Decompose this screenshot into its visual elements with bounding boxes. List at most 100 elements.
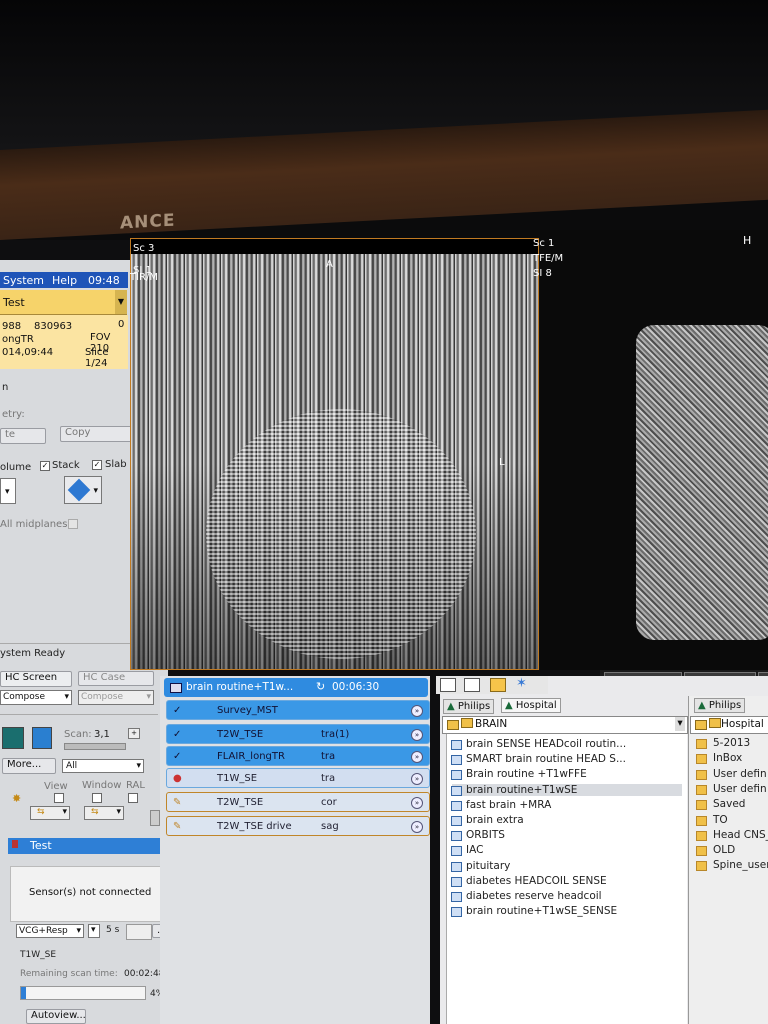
more-button[interactable]: More... [2, 758, 56, 774]
examcard-item[interactable]: diabetes HEADCOIL SENSE [451, 875, 607, 887]
delete-button[interactable]: te [0, 428, 46, 444]
queue-item[interactable]: ● T1W_SE tra » [166, 768, 430, 788]
chevron-down-icon[interactable]: ▼ [115, 290, 127, 314]
expand-icon[interactable]: » [411, 729, 423, 741]
slab-checkbox[interactable]: ✓ [92, 460, 102, 470]
queue-item[interactable]: ✎ T2W_TSE cor » [166, 792, 430, 812]
mr-image-viewport[interactable]: Sc 3 SI 1 A L [130, 238, 539, 670]
examcard-item[interactable]: pituitary [450, 860, 510, 872]
grid-icon[interactable] [464, 678, 480, 692]
trigger-label: VCG+Resp [19, 926, 68, 936]
examcard-item[interactable]: brain SENSE HEADcoil routin... [450, 738, 626, 750]
folder-item-label: 5-2013 [713, 737, 751, 749]
autoview-button[interactable]: Autoview... [26, 1009, 86, 1024]
patient-row[interactable]: Test [8, 838, 166, 854]
hc-case-button[interactable]: HC Case [78, 671, 154, 686]
ral-checkbox[interactable] [128, 793, 138, 803]
running-icon: ● [173, 773, 182, 784]
queue-item[interactable]: ✎ T2W_TSE drive sag » [166, 816, 430, 836]
stack-checkbox[interactable]: ✓ [40, 461, 50, 471]
hc-screen-button[interactable]: HC Screen [0, 671, 72, 687]
increment-icon[interactable]: + [128, 728, 140, 739]
expand-icon[interactable]: » [411, 821, 423, 833]
folder-item[interactable]: Spine_user [696, 859, 768, 872]
patient-icon[interactable] [490, 678, 506, 692]
scrollbar[interactable] [150, 810, 160, 826]
examcard-item[interactable]: fast brain +MRA [450, 798, 552, 811]
volume-dropdown[interactable]: ▾ [0, 478, 16, 504]
exam-header[interactable]: brain routine+T1w... ↻ 00:06:30 [164, 678, 428, 697]
folder-item[interactable]: User defin [696, 768, 767, 780]
folder-item[interactable]: InBox [696, 752, 742, 765]
sun-icon[interactable]: ✸ [12, 792, 21, 805]
viewport-series: Sc 3 [133, 243, 155, 254]
examcard-item[interactable]: SMART brain routine HEAD S... [451, 753, 626, 766]
patient-name: Test [3, 296, 25, 309]
remaining-time: 00:02:48 [124, 969, 165, 979]
time-unit-dropdown[interactable]: ▾ [88, 924, 100, 938]
folder-icon [695, 720, 707, 730]
folder-item[interactable]: 5-2013 [696, 737, 750, 749]
queue-item[interactable]: ✓ T2W_TSE tra(1) » [166, 724, 430, 744]
view-mode-dropdown[interactable]: ⇆ ▾ [30, 806, 70, 820]
examcard-item[interactable]: Brain routine +T1wFFE [451, 768, 587, 781]
study-id: 988 [2, 321, 22, 332]
patient-selector[interactable]: Test ▼ [0, 290, 127, 315]
tab-philips-2[interactable]: ▲ Philips [694, 698, 746, 713]
copy-button[interactable]: Copy [60, 426, 134, 442]
folder-item[interactable]: TO [696, 814, 728, 826]
folder-item[interactable]: User defin [696, 783, 767, 795]
grid-layout-icon[interactable] [2, 727, 24, 749]
compose-dropdown[interactable]: Compose ▾ [0, 690, 72, 705]
refresh-icon[interactable]: ↻ [316, 680, 325, 693]
folder-item-label: Saved [713, 798, 746, 811]
check-icon: ✓ [173, 751, 182, 762]
time-input[interactable] [126, 924, 152, 940]
examcard-item[interactable]: ORBITS [451, 829, 505, 842]
examcard-item[interactable]: diabetes reserve headcoil [451, 890, 602, 902]
examcard-item[interactable]: brain routine+T1wSE [451, 783, 682, 796]
trigger-dropdown[interactable]: VCG+Resp ▾ [16, 924, 84, 938]
scan-slider[interactable] [64, 743, 126, 750]
queue-item-name: T2W_TSE [217, 797, 264, 808]
examcard-item[interactable]: brain routine+T1wSE_SENSE [450, 905, 617, 918]
compose-dropdown-2[interactable]: Compose ▾ [78, 690, 154, 705]
window-checkbox[interactable] [92, 793, 102, 803]
expand-icon[interactable]: » [411, 705, 423, 717]
queue-item[interactable]: ✓ FLAIR_longTR tra » [166, 746, 430, 766]
folder-item[interactable]: Head CNS_ [696, 829, 768, 841]
folder-item-label: User defin [713, 767, 767, 780]
folder-item[interactable]: OLD [696, 844, 735, 857]
menu-system[interactable]: System [3, 274, 44, 287]
expand-icon[interactable]: » [411, 773, 423, 785]
examcard-item-label: fast brain +MRA [466, 798, 552, 811]
examcard-item[interactable]: IAC [450, 844, 484, 857]
sensor-status: Sensor(s) not connected [29, 887, 152, 898]
queue-item[interactable]: ✓ Survey_MST » [166, 700, 430, 720]
secondary-folder-selector[interactable]: Hospital [690, 716, 768, 734]
star-icon[interactable]: ✶ [516, 676, 527, 691]
tab-philips[interactable]: ▲ Philips [443, 699, 495, 714]
clock: 09:48 [88, 274, 120, 287]
tab-hospital[interactable]: ▲ Hospital [501, 698, 561, 713]
folder-selector[interactable]: BRAIN ▾ [442, 716, 688, 734]
edit-icon[interactable] [440, 678, 456, 692]
examcard-item-label: brain extra [466, 814, 524, 826]
view-checkbox[interactable] [54, 793, 64, 803]
window-mode-dropdown[interactable]: ⇆ ▾ [84, 806, 124, 820]
examcard-item[interactable]: brain extra [451, 814, 524, 826]
examcard-item-label: IAC [466, 844, 484, 857]
chevron-down-icon: ▾ [64, 692, 69, 702]
orientation-dropdown[interactable]: ▾ [64, 476, 102, 504]
menu-help[interactable]: Help [52, 274, 77, 287]
all-midplanes-checkbox[interactable] [68, 519, 78, 529]
expand-icon[interactable]: » [411, 751, 423, 763]
menu-bar: System Help 09:48 [0, 272, 128, 288]
ral-label: RAL [126, 780, 145, 791]
tab-philips-2-label: Philips [708, 700, 742, 711]
expand-icon[interactable]: » [411, 797, 423, 809]
filter-dropdown[interactable]: All ▾ [62, 759, 144, 773]
folder-item[interactable]: Saved [696, 798, 746, 811]
survey-series: Sc 1 [533, 238, 555, 249]
stack-layout-icon[interactable] [32, 727, 52, 749]
